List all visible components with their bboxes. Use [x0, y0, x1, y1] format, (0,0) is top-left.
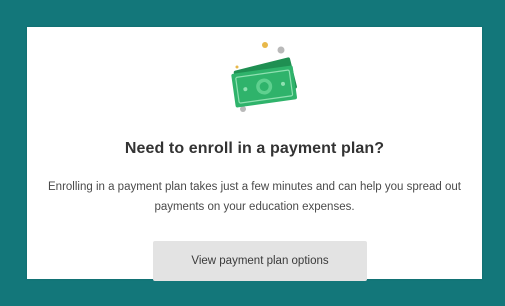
- card-title: Need to enroll in a payment plan?: [124, 140, 385, 157]
- view-payment-plan-options-button[interactable]: View payment plan options: [153, 241, 367, 281]
- teal-frame: Need to enroll in a payment plan? Enroll…: [0, 0, 505, 306]
- payment-plan-card: Need to enroll in a payment plan? Enroll…: [27, 27, 482, 281]
- card-description: Enrolling in a payment plan takes just a…: [48, 181, 461, 213]
- cash-bills-icon: [223, 37, 313, 117]
